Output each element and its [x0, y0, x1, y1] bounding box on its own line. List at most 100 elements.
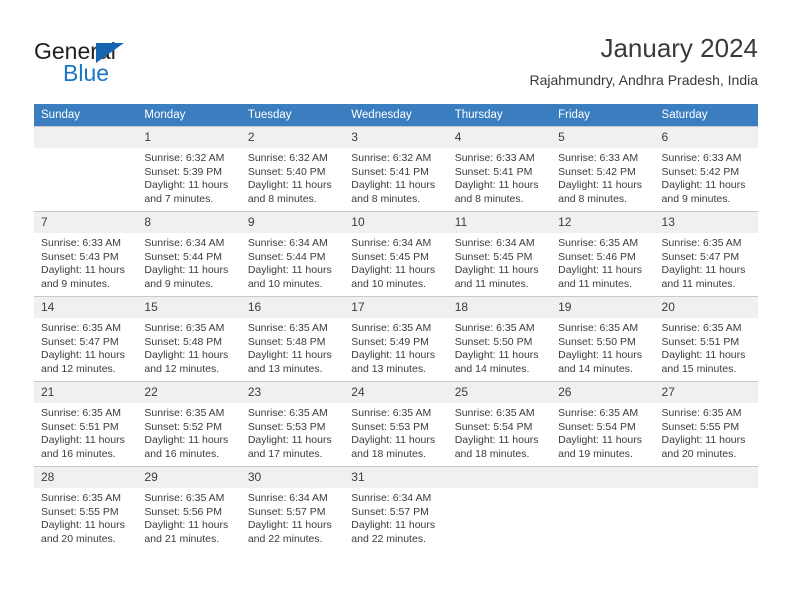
calendar-day-cell[interactable]: 10 Sunrise: 6:34 AM Sunset: 5:45 PM Dayligh… — [344, 211, 448, 297]
sunrise-text: Sunrise: 6:35 AM — [558, 322, 639, 334]
calendar-day-cell[interactable]: 26 Sunrise: 6:35 AM Sunset: 5:54 PM Dayligh… — [551, 381, 655, 467]
weekday-header-friday: Friday — [551, 104, 655, 127]
calendar-day-cell[interactable]: 5 Sunrise: 6:33 AM Sunset: 5:42 PM Daylight… — [551, 126, 655, 212]
sunrise-text: Sunrise: 6:32 AM — [144, 152, 225, 164]
calendar-day-cell[interactable]: 16 Sunrise: 6:35 AM Sunset: 5:48 PM Dayligh… — [240, 296, 345, 382]
sunrise-text: Sunrise: 6:35 AM — [247, 407, 328, 419]
daylight-text: Daylight: 11 hours and 11 minutes. — [661, 264, 746, 290]
calendar-container: Sunday Monday Tuesday Wednesday Thursday Frid… — [34, 104, 758, 551]
calendar-day-cell-empty — [447, 466, 552, 551]
sunrise-text: Sunrise: 6:35 AM — [454, 322, 535, 334]
calendar-day-cell-empty — [551, 466, 655, 551]
daylight-text: Daylight: 11 hours and 20 minutes. — [661, 434, 746, 460]
sunrise-text: Sunrise: 6:34 AM — [247, 237, 328, 249]
sunrise-text: Sunrise: 6:34 AM — [144, 237, 225, 249]
sunset-text: Sunset: 5:39 PM — [144, 165, 223, 178]
calendar-day-cell[interactable]: 15 Sunrise: 6:35 AM Sunset: 5:48 PM Dayligh… — [137, 296, 241, 382]
sunrise-text: Sunrise: 6:35 AM — [41, 322, 121, 334]
calendar-day-cell[interactable]: 8 Sunrise: 6:34 AM Sunset: 5:44 PM Daylight… — [137, 211, 241, 297]
sunset-text: Sunset: 5:50 PM — [558, 335, 636, 348]
calendar-day-cell[interactable]: 31 Sunrise: 6:34 AM Sunset: 5:57 PM Dayligh… — [344, 466, 448, 551]
daylight-text: Daylight: 11 hours and 16 minutes. — [144, 434, 229, 460]
calendar-day-cell[interactable]: 27 Sunrise: 6:35 AM Sunset: 5:55 PM Dayligh… — [654, 381, 758, 467]
day-details: Sunrise: 6:32 AM Sunset: 5:39 PM Daylight:… — [137, 148, 240, 206]
sunset-text: Sunset: 5:42 PM — [558, 165, 636, 178]
calendar-day-cell[interactable]: 28 Sunrise: 6:35 AM Sunset: 5:55 PM Dayligh… — [34, 466, 138, 551]
day-number: 16 — [240, 297, 345, 318]
page-title: January 2024 — [600, 33, 758, 63]
sunrise-text: Sunrise: 6:35 AM — [661, 407, 742, 419]
sunrise-text: Sunrise: 6:32 AM — [351, 152, 432, 164]
sunset-text: Sunset: 5:41 PM — [351, 165, 429, 178]
calendar-day-cell[interactable]: 24 Sunrise: 6:35 AM Sunset: 5:53 PM Dayligh… — [344, 381, 448, 467]
daylight-text: Daylight: 11 hours and 13 minutes. — [351, 349, 436, 375]
calendar-day-cell[interactable]: 21 Sunrise: 6:35 AM Sunset: 5:51 PM Dayligh… — [34, 381, 138, 467]
day-number: 28 — [34, 467, 138, 488]
calendar-day-cell[interactable]: 9 Sunrise: 6:34 AM Sunset: 5:44 PM Daylight… — [240, 211, 345, 297]
day-number: 3 — [344, 127, 448, 148]
calendar-table: Sunday Monday Tuesday Wednesday Thursday Frid… — [34, 104, 758, 551]
calendar-day-cell[interactable]: 1 Sunrise: 6:32 AM Sunset: 5:39 PM Daylight… — [137, 126, 241, 212]
sunrise-text: Sunrise: 6:35 AM — [144, 407, 225, 419]
day-number: 9 — [240, 212, 345, 233]
calendar-day-cell[interactable]: 14 Sunrise: 6:35 AM Sunset: 5:47 PM Dayligh… — [34, 296, 138, 382]
calendar-day-cell[interactable]: 7 Sunrise: 6:33 AM Sunset: 5:43 PM Daylight… — [34, 211, 138, 297]
day-details: Sunrise: 6:35 AM Sunset: 5:50 PM Daylight:… — [448, 318, 551, 376]
day-details: Sunrise: 6:34 AM Sunset: 5:57 PM Daylight:… — [241, 488, 344, 546]
calendar-day-cell[interactable]: 29 Sunrise: 6:35 AM Sunset: 5:56 PM Dayligh… — [137, 466, 241, 551]
calendar-day-cell[interactable]: 18 Sunrise: 6:35 AM Sunset: 5:50 PM Dayligh… — [447, 296, 552, 382]
day-number: 4 — [447, 127, 552, 148]
calendar-day-cell[interactable]: 19 Sunrise: 6:35 AM Sunset: 5:50 PM Dayligh… — [551, 296, 655, 382]
day-details: Sunrise: 6:35 AM Sunset: 5:47 PM Daylight:… — [34, 318, 137, 376]
calendar-day-cell[interactable]: 12 Sunrise: 6:35 AM Sunset: 5:46 PM Dayligh… — [551, 211, 655, 297]
sunrise-text: Sunrise: 6:35 AM — [247, 322, 328, 334]
daylight-text: Daylight: 11 hours and 20 minutes. — [41, 519, 125, 545]
day-number: 5 — [551, 127, 655, 148]
calendar-day-cell[interactable]: 22 Sunrise: 6:35 AM Sunset: 5:52 PM Dayligh… — [137, 381, 241, 467]
day-number: 15 — [137, 297, 241, 318]
calendar-day-cell-empty — [654, 466, 758, 551]
weekday-header-tuesday: Tuesday — [240, 104, 345, 127]
day-number — [34, 127, 138, 148]
sunset-text: Sunset: 5:48 PM — [247, 335, 326, 348]
sunset-text: Sunset: 5:50 PM — [454, 335, 533, 348]
calendar-week-row: 14 Sunrise: 6:35 AM Sunset: 5:47 PM Dayligh… — [34, 296, 758, 382]
sunset-text: Sunset: 5:47 PM — [41, 335, 119, 348]
general-blue-logo[interactable]: General Blue — [34, 38, 214, 90]
sunset-text: Sunset: 5:54 PM — [558, 420, 636, 433]
day-details: Sunrise: 6:35 AM Sunset: 5:51 PM Daylight:… — [34, 403, 137, 461]
sunset-text: Sunset: 5:51 PM — [661, 335, 740, 348]
day-number: 24 — [344, 382, 448, 403]
day-number: 14 — [34, 297, 138, 318]
day-details: Sunrise: 6:33 AM Sunset: 5:41 PM Daylight:… — [448, 148, 551, 206]
sunrise-text: Sunrise: 6:35 AM — [661, 237, 742, 249]
day-number: 1 — [137, 127, 241, 148]
day-details: Sunrise: 6:35 AM Sunset: 5:49 PM Daylight:… — [344, 318, 447, 376]
calendar-day-cell[interactable]: 23 Sunrise: 6:35 AM Sunset: 5:53 PM Dayligh… — [240, 381, 345, 467]
daylight-text: Daylight: 11 hours and 8 minutes. — [454, 179, 539, 205]
daylight-text: Daylight: 11 hours and 12 minutes. — [41, 349, 125, 375]
calendar-day-cell[interactable]: 11 Sunrise: 6:34 AM Sunset: 5:45 PM Dayligh… — [447, 211, 552, 297]
day-details: Sunrise: 6:35 AM Sunset: 5:47 PM Daylight:… — [655, 233, 758, 291]
calendar-day-cell[interactable]: 20 Sunrise: 6:35 AM Sunset: 5:51 PM Dayligh… — [654, 296, 758, 382]
calendar-day-cell[interactable]: 2 Sunrise: 6:32 AM Sunset: 5:40 PM Daylight… — [240, 126, 345, 212]
daylight-text: Daylight: 11 hours and 10 minutes. — [247, 264, 332, 290]
sunset-text: Sunset: 5:56 PM — [144, 505, 223, 518]
sunset-text: Sunset: 5:57 PM — [351, 505, 429, 518]
day-details: Sunrise: 6:35 AM Sunset: 5:52 PM Daylight:… — [137, 403, 240, 461]
day-details: Sunrise: 6:34 AM Sunset: 5:44 PM Daylight:… — [241, 233, 344, 291]
calendar-day-cell[interactable]: 6 Sunrise: 6:33 AM Sunset: 5:42 PM Daylight… — [654, 126, 758, 212]
calendar-day-cell[interactable]: 3 Sunrise: 6:32 AM Sunset: 5:41 PM Daylight… — [344, 126, 448, 212]
calendar-day-cell[interactable]: 30 Sunrise: 6:34 AM Sunset: 5:57 PM Dayligh… — [240, 466, 345, 551]
day-number: 20 — [654, 297, 758, 318]
calendar-week-row: 1 Sunrise: 6:32 AM Sunset: 5:39 PM Daylight… — [34, 126, 758, 212]
calendar-day-cell[interactable]: 13 Sunrise: 6:35 AM Sunset: 5:47 PM Dayligh… — [654, 211, 758, 297]
daylight-text: Daylight: 11 hours and 22 minutes. — [351, 519, 436, 545]
day-details: Sunrise: 6:35 AM Sunset: 5:48 PM Daylight:… — [241, 318, 344, 376]
calendar-day-cell[interactable]: 4 Sunrise: 6:33 AM Sunset: 5:41 PM Daylight… — [447, 126, 552, 212]
calendar-day-cell[interactable]: 17 Sunrise: 6:35 AM Sunset: 5:49 PM Dayligh… — [344, 296, 448, 382]
day-number: 23 — [240, 382, 345, 403]
calendar-day-cell[interactable]: 25 Sunrise: 6:35 AM Sunset: 5:54 PM Dayligh… — [447, 381, 552, 467]
weekday-header-monday: Monday — [137, 104, 241, 127]
day-number: 8 — [137, 212, 241, 233]
